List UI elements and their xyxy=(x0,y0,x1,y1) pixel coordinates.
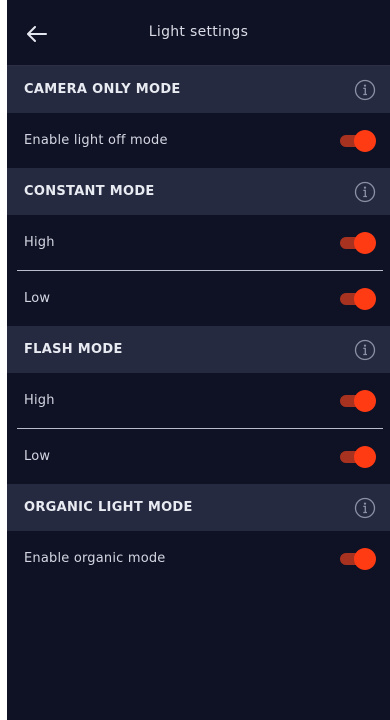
setting-row-enable-organic-mode: Enable organic mode xyxy=(7,531,390,586)
toggle-knob xyxy=(354,231,376,254)
toggle-knob xyxy=(354,287,376,310)
info-icon[interactable] xyxy=(354,79,376,101)
info-icon[interactable] xyxy=(354,181,376,203)
flash-low-toggle[interactable] xyxy=(340,445,376,468)
setting-label: Low xyxy=(24,291,51,306)
toggle-knob xyxy=(354,129,376,152)
toggle-knob xyxy=(354,389,376,412)
section-header-constant-mode: CONSTANT MODE xyxy=(7,168,390,215)
flash-high-toggle[interactable] xyxy=(340,389,376,412)
info-icon[interactable] xyxy=(354,339,376,361)
section-header-organic-light-mode: ORGANIC LIGHT MODE xyxy=(7,484,390,531)
setting-label: Low xyxy=(24,449,51,464)
info-icon[interactable] xyxy=(354,497,376,519)
section-title: ORGANIC LIGHT MODE xyxy=(24,500,193,515)
setting-label: Enable light off mode xyxy=(24,133,168,148)
section-title: FLASH MODE xyxy=(24,342,123,357)
light-settings-screen: Light settings CAMERA ONLY MODE Enable l… xyxy=(7,0,390,720)
setting-row-constant-high: High xyxy=(7,215,390,270)
section-title: CONSTANT MODE xyxy=(24,184,155,199)
section-title: CAMERA ONLY MODE xyxy=(24,82,181,97)
section-header-camera-only-mode: CAMERA ONLY MODE xyxy=(7,66,390,113)
page-title: Light settings xyxy=(148,24,249,40)
enable-organic-mode-toggle[interactable] xyxy=(340,547,376,570)
setting-row-flash-low: Low xyxy=(7,429,390,484)
setting-label: High xyxy=(24,393,55,408)
constant-high-toggle[interactable] xyxy=(340,231,376,254)
toggle-knob xyxy=(354,445,376,468)
setting-row-constant-low: Low xyxy=(7,271,390,326)
constant-low-toggle[interactable] xyxy=(340,287,376,310)
toggle-knob xyxy=(354,547,376,570)
setting-label: Enable organic mode xyxy=(24,551,166,566)
setting-row-flash-high: High xyxy=(7,373,390,428)
top-bar: Light settings xyxy=(7,0,390,66)
setting-label: High xyxy=(24,235,55,250)
section-header-flash-mode: FLASH MODE xyxy=(7,326,390,373)
setting-row-enable-light-off-mode: Enable light off mode xyxy=(7,113,390,168)
enable-light-off-mode-toggle[interactable] xyxy=(340,129,376,152)
